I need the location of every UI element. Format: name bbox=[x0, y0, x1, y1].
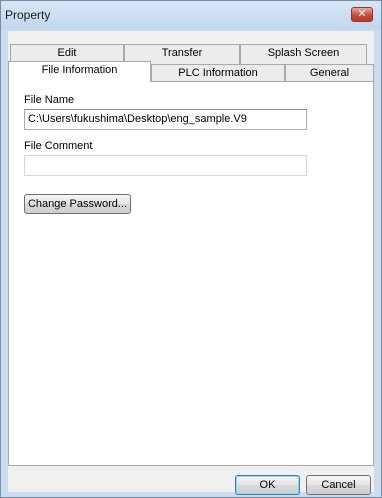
window-title: Property bbox=[5, 8, 51, 22]
tab-general-label: General bbox=[309, 67, 350, 79]
cancel-button[interactable]: Cancel bbox=[306, 475, 371, 495]
file-comment-field[interactable] bbox=[24, 155, 307, 176]
tab-transfer-label: Transfer bbox=[161, 47, 203, 59]
file-comment-label: File Comment bbox=[24, 140, 93, 152]
tab-plc-information[interactable]: PLC Information bbox=[151, 64, 285, 81]
title-bar[interactable]: Property ✕ bbox=[1, 1, 381, 29]
close-icon: ✕ bbox=[357, 7, 367, 20]
tab-edit-label: Edit bbox=[57, 47, 77, 59]
tab-general[interactable]: General bbox=[285, 64, 374, 81]
change-password-button[interactable]: Change Password... bbox=[24, 194, 131, 214]
file-information-panel: File Name C:\Users\fukushima\Desktop\eng… bbox=[8, 81, 374, 466]
dialog-client-area: Edit Transfer Splash Screen File Informa… bbox=[8, 31, 374, 495]
tab-plc-information-label: PLC Information bbox=[178, 67, 258, 79]
tab-splash-screen-label: Splash Screen bbox=[267, 47, 340, 59]
tab-file-information-label: File Information bbox=[41, 64, 118, 76]
file-name-label: File Name bbox=[24, 94, 75, 106]
file-name-field[interactable]: C:\Users\fukushima\Desktop\eng_sample.V9 bbox=[24, 109, 307, 130]
tab-file-information[interactable]: File Information bbox=[8, 61, 151, 82]
property-dialog: Property ✕ Edit Transfer Splash Screen F… bbox=[0, 0, 382, 498]
tab-splash-screen[interactable]: Splash Screen bbox=[240, 44, 367, 64]
close-button[interactable]: ✕ bbox=[351, 7, 373, 22]
ok-button[interactable]: OK bbox=[235, 475, 300, 495]
